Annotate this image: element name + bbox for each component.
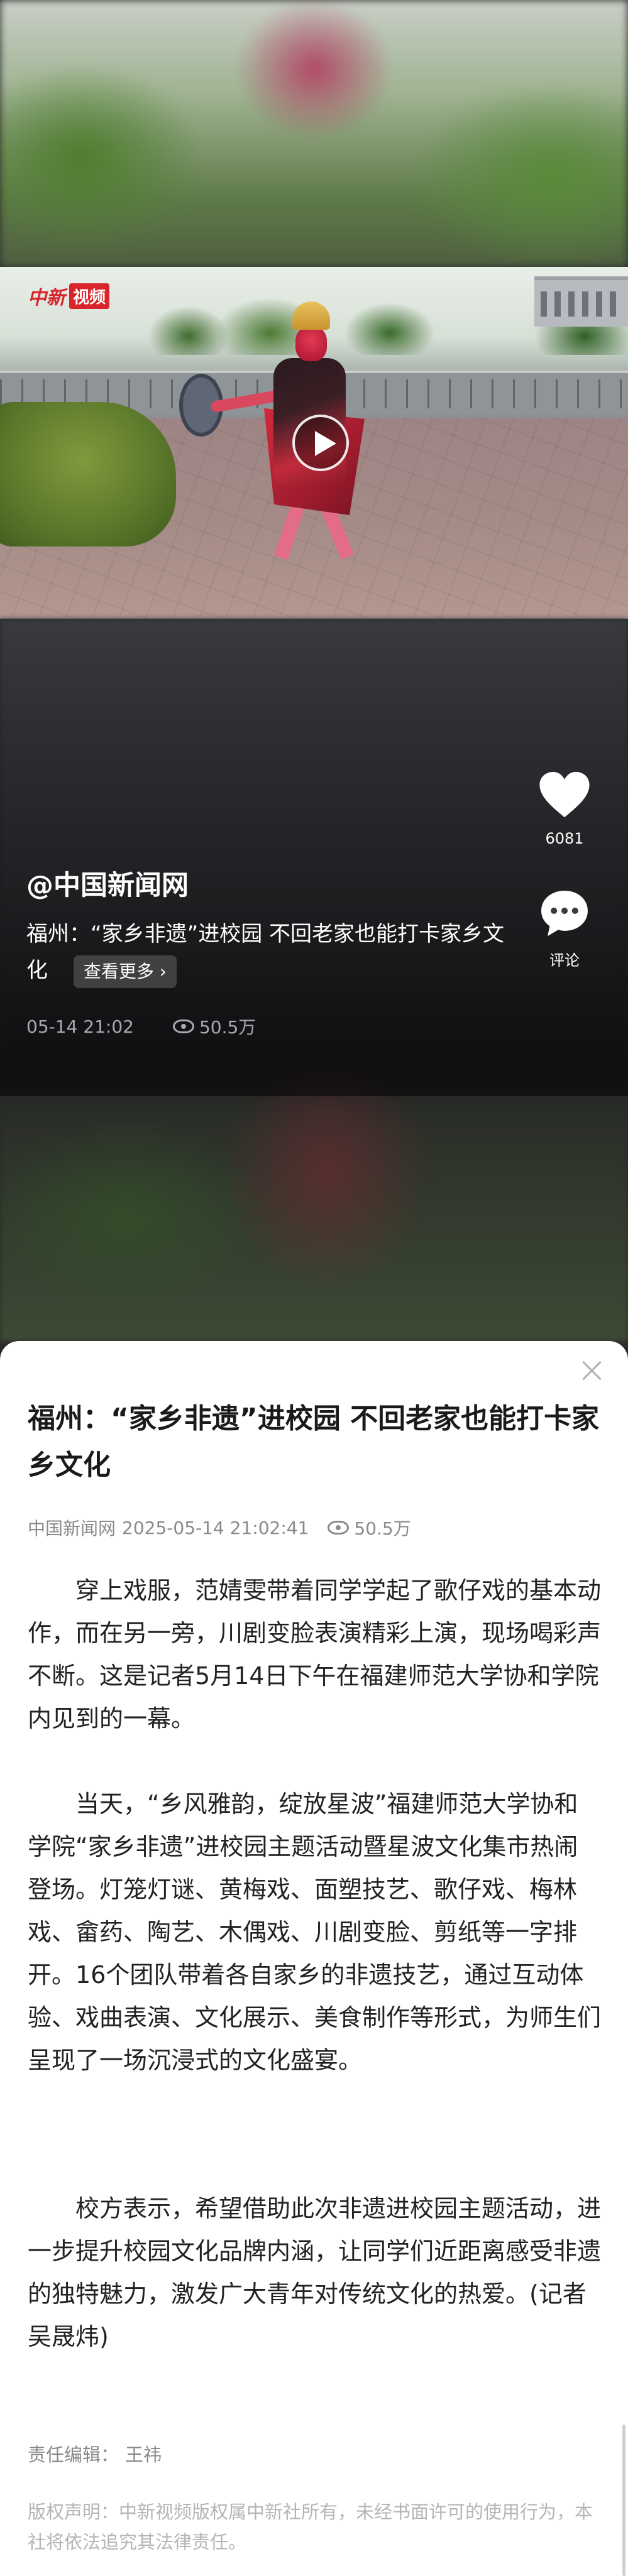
close-icon[interactable] (578, 1357, 606, 1384)
article-views: 50.5万 (328, 1515, 411, 1540)
video-meta: 05-14 21:02 50.5万 (26, 1014, 256, 1039)
scrollbar[interactable] (622, 2425, 625, 2576)
article-meta: 中国新闻网 2025-05-14 21:02:41 50.5万 (28, 1515, 411, 1540)
video-caption: 福州：“家乡非遗”进校园 不回老家也能打卡家乡文化 查看更多 › (26, 916, 517, 989)
video-views: 50.5万 (172, 1014, 256, 1039)
editor-label: 责任编辑： (28, 2444, 119, 2465)
blurred-backdrop-top (0, 0, 628, 267)
video-views-count: 50.5万 (199, 1017, 256, 1038)
video-watermark-logo: 中新 视频 (28, 282, 110, 310)
logo-brand-text: 中新 (28, 287, 65, 309)
see-more-button[interactable]: 查看更多 › (73, 955, 177, 988)
article-views-count: 50.5万 (354, 1518, 411, 1539)
article-paragraph: 校方表示，希望借助此次非遗进校园主题活动，进一步提升校园文化品牌内涵，让同学们近… (28, 2195, 602, 2350)
article-paragraph: 穿上戏服，范婧雯带着同学学起了歌仔戏的基本动作，而在另一旁，川剧变脸表演精彩上演… (28, 1577, 602, 1732)
video-scene-hedge (0, 402, 176, 546)
play-icon[interactable] (292, 415, 349, 471)
side-action-bar: 6081 评论 (527, 769, 602, 970)
comment-label: 评论 (549, 952, 580, 969)
video-timestamp: 05-14 21:02 (26, 1016, 134, 1037)
eye-icon (328, 1521, 350, 1535)
responsible-editor: 责任编辑： 王祎 (28, 2440, 162, 2467)
article-source[interactable]: 中国新闻网 (28, 1515, 116, 1540)
article-title: 福州：“家乡非遗”进校园 不回老家也能打卡家乡文化 (28, 1403, 600, 1481)
eye-icon (172, 1019, 194, 1033)
logo-tag-text: 视频 (69, 283, 110, 309)
video-scene-building (534, 276, 628, 327)
editor-name: 王祎 (125, 2444, 162, 2465)
heart-icon[interactable] (537, 769, 592, 820)
article-paragraph: 当天，“乡风雅韵，绽放星波”福建师范大学协和学院“家乡非遗”进校园主题活动暨星波… (28, 1790, 602, 2074)
like-count: 6081 (545, 830, 584, 847)
video-player[interactable]: 中新 视频 (0, 267, 628, 619)
author-handle[interactable]: @中国新闻网 (26, 864, 189, 903)
copyright-notice: 版权声明：中新视频版权属中新社所有，未经书面许可的使用行为，本社将依法追究其法律… (28, 2501, 593, 2553)
comment-icon[interactable] (538, 888, 591, 940)
article-datetime: 2025-05-14 21:02:41 (122, 1517, 309, 1538)
